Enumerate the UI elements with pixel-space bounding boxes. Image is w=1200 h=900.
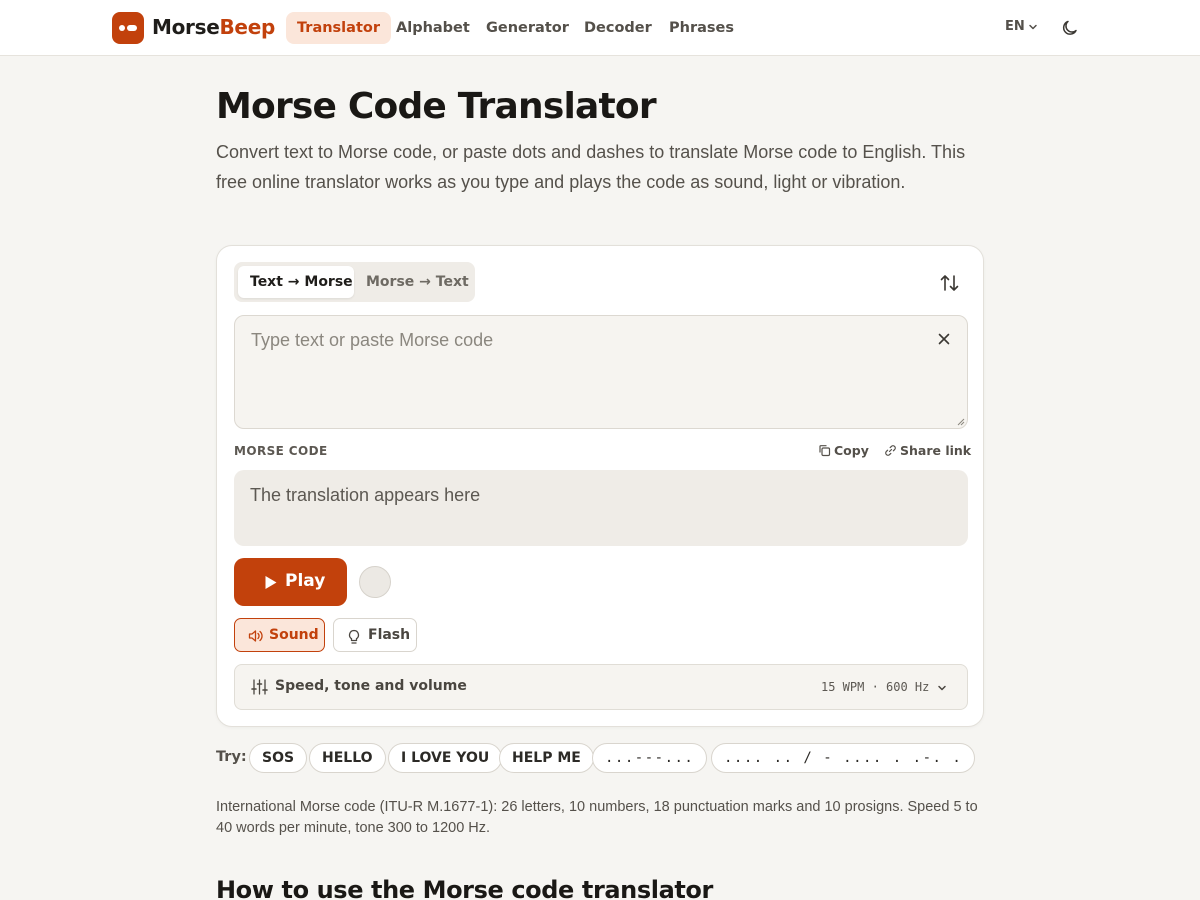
signal-light-indicator <box>359 566 391 598</box>
try-label: Try: <box>216 749 247 765</box>
logo-icon[interactable] <box>112 12 144 44</box>
chevron-down-icon[interactable] <box>1028 22 1038 32</box>
example-chip[interactable]: HELLO <box>309 743 386 773</box>
morse-standard-note: International Morse code (ITU-R M.1677-1… <box>216 799 978 836</box>
logo-text-part1: Morse <box>152 15 220 39</box>
mode-morse-to-text[interactable]: Morse → Text <box>354 266 481 298</box>
play-icon <box>265 576 277 589</box>
example-chip[interactable]: I LOVE YOU <box>388 743 503 773</box>
swap-vertical-icon[interactable] <box>939 272 961 294</box>
moon-icon[interactable] <box>1060 18 1080 38</box>
nav-item-generator[interactable]: Generator <box>475 12 580 44</box>
copy-icon <box>819 445 831 457</box>
sliders-icon <box>251 679 268 695</box>
output-placeholder: The translation appears here <box>250 485 481 505</box>
lightbulb-icon <box>348 629 360 644</box>
section-heading-how-to-use: How to use the Morse code translator <box>216 876 713 900</box>
page-title: Morse Code Translator <box>216 86 657 127</box>
settings-label: Speed, tone and volume <box>275 678 467 694</box>
morse-output: The translation appears here <box>234 470 968 546</box>
chevron-down-icon <box>938 685 946 691</box>
resize-handle-icon[interactable] <box>955 416 965 426</box>
example-chip[interactable]: SOS <box>249 743 308 773</box>
logo-text[interactable]: MorseBeep <box>152 15 275 39</box>
link-icon <box>885 445 896 456</box>
example-chip[interactable]: .... .. / - .... . .-. . <box>711 743 976 773</box>
sound-mode-button[interactable]: Sound <box>234 618 325 652</box>
nav-item-decoder[interactable]: Decoder <box>573 12 663 44</box>
translator-card: Text → Morse Morse → Text Type text or p… <box>216 245 984 727</box>
logo-text-part2: Beep <box>219 15 275 39</box>
example-chip[interactable]: ...---... <box>592 743 708 773</box>
share-link-button[interactable]: Share link <box>884 443 971 458</box>
nav-item-translator[interactable]: Translator <box>286 12 391 44</box>
copy-label: Copy <box>834 443 869 458</box>
copy-button[interactable]: Copy <box>818 443 869 458</box>
sound-label: Sound <box>269 627 319 643</box>
output-label: MORSE CODE <box>234 444 328 458</box>
direction-toggle: Text → Morse Morse → Text <box>234 262 475 302</box>
mode-text-to-morse[interactable]: Text → Morse <box>238 266 354 298</box>
settings-summary: 15 WPM · 600 Hz <box>821 680 930 694</box>
nav-item-alphabet[interactable]: Alphabet <box>385 12 481 44</box>
language-selector[interactable]: EN <box>1005 19 1025 34</box>
nav-item-phrases[interactable]: Phrases <box>658 12 745 44</box>
speaker-icon <box>248 630 263 642</box>
example-chip[interactable]: HELP ME <box>499 743 594 773</box>
input-placeholder: Type text or paste Morse code <box>251 330 494 350</box>
play-label: Play <box>285 571 326 591</box>
play-button[interactable]: Play <box>234 558 347 606</box>
share-link-label: Share link <box>900 443 972 458</box>
flash-label: Flash <box>368 627 411 643</box>
page-description: Convert text to Morse code, or paste dot… <box>216 142 966 192</box>
close-icon[interactable] <box>937 332 951 346</box>
flash-mode-button[interactable]: Flash <box>333 618 417 652</box>
text-input[interactable]: Type text or paste Morse code <box>234 315 968 429</box>
settings-toggle[interactable]: Speed, tone and volume 15 WPM · 600 Hz <box>234 664 968 710</box>
top-nav-bar: MorseBeep Translator Alphabet Generator … <box>0 0 1200 56</box>
